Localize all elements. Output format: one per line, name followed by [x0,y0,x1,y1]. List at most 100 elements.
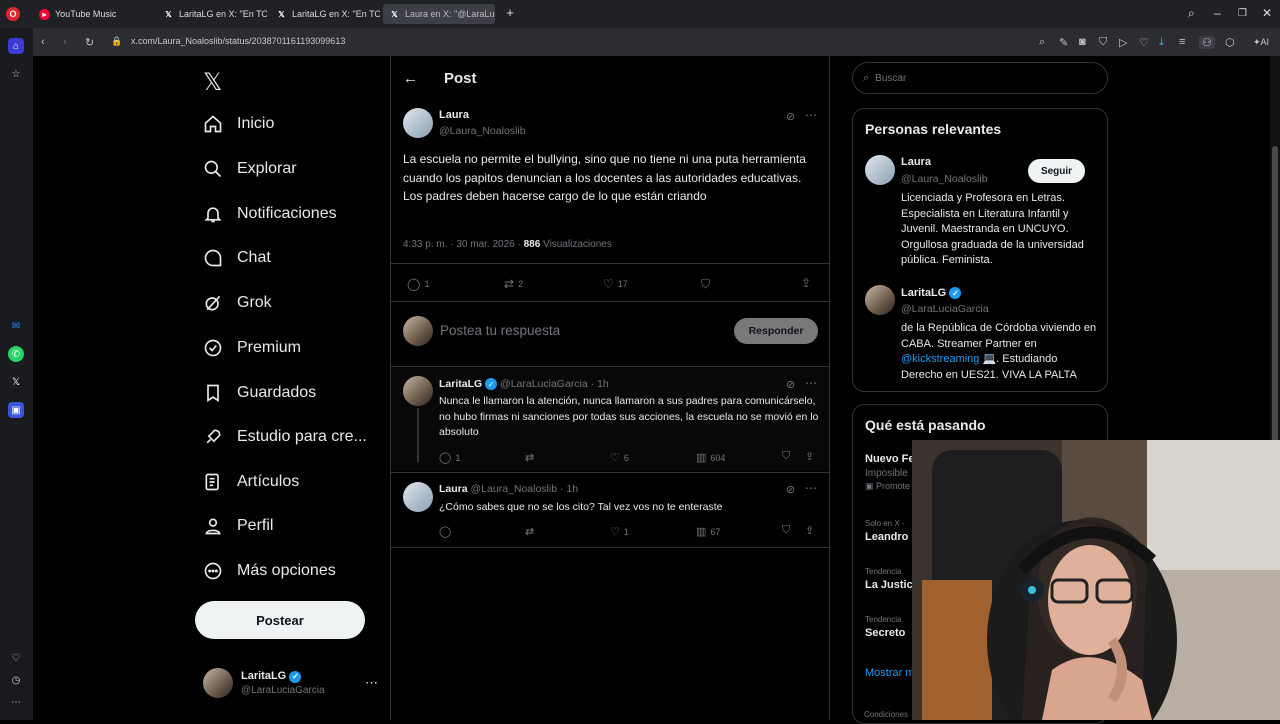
menu-icon[interactable]: ≡ [1179,36,1185,48]
bookmark-icon[interactable]: ⛉ [782,524,790,537]
nav-perfil[interactable]: Perfil [203,516,273,536]
footer-link[interactable]: Condiciones [864,710,908,719]
views-button[interactable]: ▥ 67 [696,525,720,538]
x-logo-icon[interactable]: 𝕏 [203,68,222,97]
search-input[interactable]: Buscar [875,73,906,84]
maximize-icon[interactable]: ❐ [1238,8,1247,19]
avatar[interactable] [403,376,433,406]
trend-item[interactable]: Nuevo Fe Imposible ▣ Promote [865,453,915,492]
back-arrow-icon[interactable]: ← [403,70,418,87]
address-bar: ‹ › ↻ 🔒 x.com/Laura_Noaloslib/status/203… [33,28,1280,56]
heart-icon[interactable]: ♡ [8,650,24,666]
more-icon[interactable]: ⋯ [805,376,817,390]
forward-icon[interactable]: › [63,36,67,48]
nav-grok[interactable]: Grok [203,293,272,313]
more-icon[interactable]: ⋯ [805,108,817,122]
extensions-icon[interactable]: ⬡ [1225,36,1235,49]
share-icon[interactable]: ⇪ [805,524,814,537]
person-handle[interactable]: @Laura_Noaloslib [901,173,988,185]
home-icon[interactable]: ⌂ [8,38,24,54]
url-text[interactable]: x.com/Laura_Noaloslib/status/20387011611… [131,36,345,46]
post-button[interactable]: Postear [195,601,365,639]
nav-mas-opciones[interactable]: Más opciones [203,561,336,581]
views-button[interactable]: ▥ 604 [696,451,725,464]
search-box[interactable]: ⌕ Buscar [852,62,1108,94]
avatar[interactable] [865,285,895,315]
nav-inicio[interactable]: Inicio [203,114,274,134]
reply-button[interactable]: ◯ 1 [439,451,460,464]
person-handle[interactable]: @LaraLuciaGarcia [901,303,989,315]
nav-chat[interactable]: Chat [203,248,271,268]
trend-item[interactable]: Tendencia Secreto [865,615,905,639]
reply-button[interactable]: ◯ 1 [407,277,429,291]
tab-x-active[interactable]: 𝕏 Laura en X: "@LaraLuciaG [383,4,495,24]
camera-icon[interactable]: ◙ [1079,36,1086,48]
relevant-people-card: Personas relevantes Laura @Laura_Noalosl… [852,108,1108,392]
show-more-link[interactable]: Mostrar m [865,667,915,679]
ai-button[interactable]: ✦AI [1253,37,1269,48]
history-icon[interactable]: ◷ [8,672,24,688]
person-name[interactable]: Laura [901,156,931,168]
like-button[interactable]: ♡ 17 [603,277,628,291]
account-switcher[interactable]: LaritaLG ✓ @LaraLuciaGarcia ⋯ [203,668,378,698]
more-icon[interactable]: ⋯ [365,675,378,691]
more-icon[interactable]: ⋯ [805,481,817,495]
nav-estudio[interactable]: Estudio para cre... [203,427,367,447]
avatar[interactable] [403,482,433,512]
share-icon[interactable]: ⇪ [805,450,814,463]
tab-youtube-music[interactable]: ▸ YouTube Music [33,4,151,24]
close-window-icon[interactable]: ✕ [1262,6,1272,20]
avatar[interactable] [403,108,433,138]
author-name[interactable]: Laura [439,109,469,121]
like-button[interactable]: ♡ 1 [610,525,629,538]
nav-articulos[interactable]: Artículos [203,472,299,492]
grok-icon[interactable]: ⊘ [786,378,795,391]
new-tab-plus-icon[interactable]: + [503,6,517,20]
tab-search-icon[interactable]: ⌕ [1188,6,1195,21]
bookmark-icon[interactable]: ⛉ [782,450,790,463]
person-name[interactable]: LaritaLG [901,287,946,299]
minimize-icon[interactable]: – [1214,6,1221,20]
opera-logo-icon[interactable]: O [6,7,20,21]
person-bio: de la República de Córdoba viviendo en C… [901,322,1097,381]
grok-icon[interactable]: ⊘ [786,110,795,123]
avatar[interactable] [865,155,895,185]
author-handle[interactable]: @Laura_Noaloslib [439,125,526,137]
tab-x-2[interactable]: 𝕏 LaritaLG en X: "En TODAS [270,4,380,24]
grok-icon[interactable]: ⊘ [786,483,795,496]
profile-icon[interactable]: ⚇ [1199,36,1215,49]
nav-premium[interactable]: Premium [203,338,301,358]
bio-link[interactable]: @kickstreaming [901,353,979,365]
reload-icon[interactable]: ↻ [85,36,94,49]
zoom-icon[interactable]: ⌕ [1039,36,1045,49]
repost-button[interactable]: ⇄ [525,451,538,464]
play-icon[interactable]: ▷ [1119,36,1127,49]
reply-submit-button[interactable]: Responder [734,318,818,344]
reply-button[interactable]: ◯ [439,525,455,538]
nav-notificaciones[interactable]: Notificaciones [203,204,337,224]
trend-item[interactable]: Tendencia La Justici [865,567,916,591]
heart-icon[interactable]: ♡ [1139,36,1149,49]
messenger-icon[interactable]: ✉ [8,318,24,334]
lock-icon[interactable]: 🔒 [111,36,122,47]
whatsapp-icon[interactable]: ✆ [8,346,24,362]
back-icon[interactable]: ‹ [41,36,45,48]
nav-explorar[interactable]: Explorar [203,159,297,179]
download-icon[interactable]: ⤓ [1159,36,1164,49]
follow-button[interactable]: Seguir [1028,159,1085,183]
app-icon[interactable]: ▣ [8,402,24,418]
bookmark-icon[interactable]: ⛉ [701,277,710,292]
edit-icon[interactable]: ✎ [1059,36,1068,49]
more-icon[interactable]: ⋯ [8,694,24,710]
shield-icon[interactable]: ⛉ [1099,36,1107,49]
trend-item[interactable]: Solo en X · Leandro I [865,519,915,543]
share-icon[interactable]: ⇪ [801,276,811,290]
repost-button[interactable]: ⇄ 2 [504,277,523,291]
star-icon[interactable]: ☆ [8,66,24,82]
tab-x-1[interactable]: 𝕏 LaritaLG en X: "En TODAS [157,4,267,24]
x-logo-icon[interactable]: 𝕏 [8,374,24,390]
reply-input[interactable]: Postea tu respuesta [440,323,560,338]
nav-guardados[interactable]: Guardados [203,383,316,403]
repost-button[interactable]: ⇄ [525,525,538,538]
like-button[interactable]: ♡ 6 [610,451,629,464]
